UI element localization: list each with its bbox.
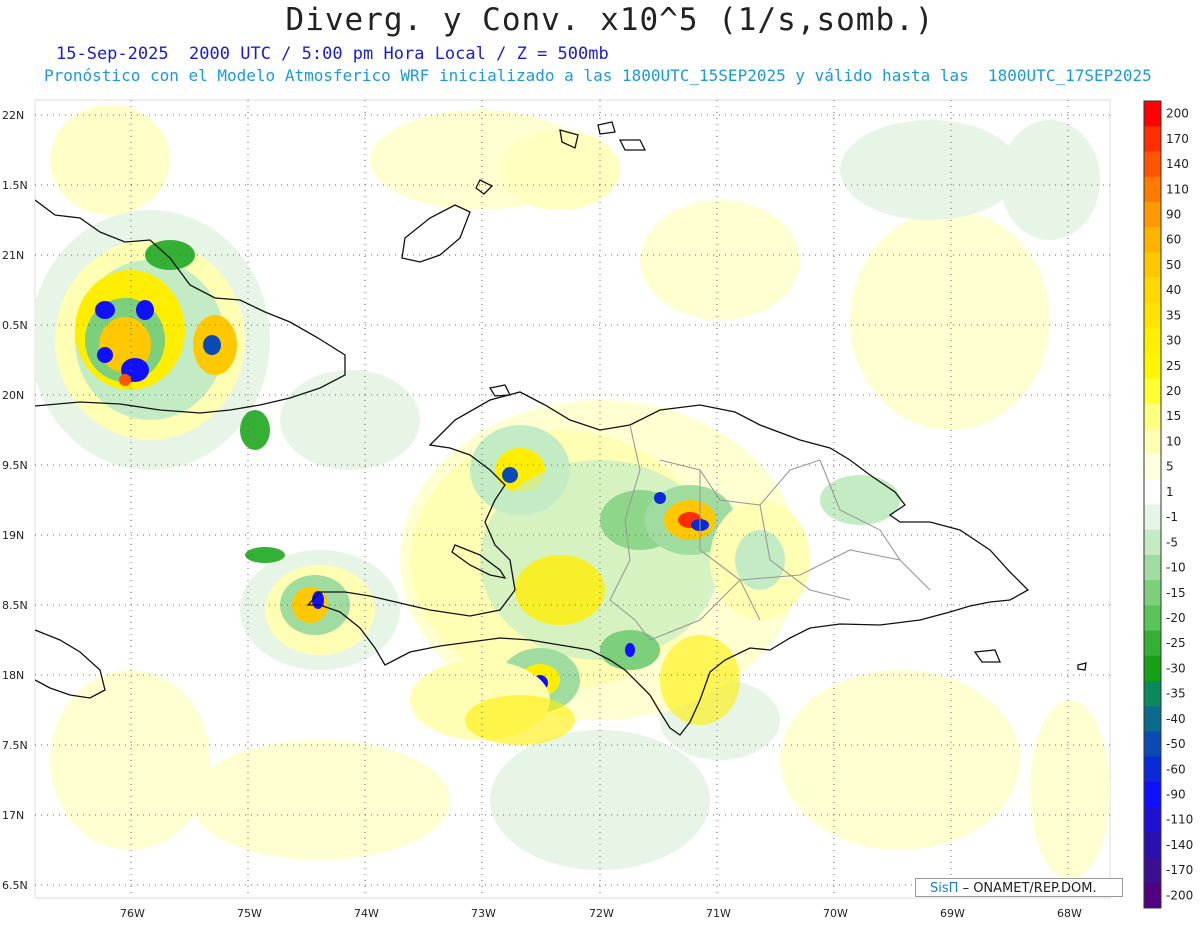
lon-label: 73W (471, 907, 496, 920)
lat-label: 21N (2, 249, 24, 262)
colorbar-label: -170 (1166, 863, 1193, 877)
colorbar-swatch (1144, 227, 1161, 253)
colorbar-label: -140 (1166, 838, 1193, 852)
colorbar-label: 200 (1166, 107, 1189, 121)
colorbar-swatch (1144, 630, 1161, 657)
colorbar-swatch (1144, 655, 1161, 682)
lon-label: 75W (237, 907, 262, 920)
colorbar-swatch (1144, 580, 1161, 606)
colorbar: 200 170 140 110 90 60 50 40 35 30 25 20 15 10 5 1 -1 -5 -1… (1143, 100, 1193, 909)
colorbar-swatch (1144, 882, 1161, 909)
colorbar-label: 50 (1166, 258, 1181, 272)
lat-label: 7.5N (2, 739, 28, 752)
colorbar-label: 10 (1166, 434, 1181, 448)
colorbar-swatch (1144, 302, 1161, 329)
colorbar-swatch (1144, 378, 1161, 405)
lat-label: 17N (2, 809, 24, 822)
colorbar-label: -60 (1166, 762, 1186, 776)
lat-label: 8.5N (2, 599, 28, 612)
colorbar-swatch (1144, 756, 1161, 783)
lon-label: 69W (940, 907, 965, 920)
colorbar-swatch (1144, 176, 1161, 203)
colorbar-label: -20 (1166, 611, 1186, 625)
colorbar-label: 30 (1166, 334, 1181, 348)
colorbar-label: -200 (1166, 888, 1193, 902)
longitude-labels: 76W 75W 74W 73W 72W 71W 70W 69W 68W (120, 907, 1082, 920)
credit-text: – ONAMET/REP.DOM. (962, 881, 1097, 896)
colorbar-label: -35 (1166, 687, 1186, 701)
colorbar-swatch (1144, 479, 1161, 505)
lat-label: 18N (2, 669, 24, 682)
colorbar-swatch (1144, 252, 1161, 279)
colorbar-swatch (1144, 277, 1161, 304)
colorbar-swatch (1144, 428, 1161, 455)
colorbar-label: -10 (1166, 561, 1186, 575)
colorbar-label: 140 (1166, 157, 1189, 171)
colorbar-label: -15 (1166, 586, 1186, 600)
colorbar-swatch (1144, 857, 1161, 884)
lat-label: 9.5N (2, 459, 28, 472)
colorbar-label: 5 (1166, 460, 1174, 474)
lon-label: 70W (823, 907, 848, 920)
lat-label: 20N (2, 389, 24, 402)
lon-label: 72W (589, 907, 614, 920)
colorbar-label: -5 (1166, 535, 1178, 549)
colorbar-swatch (1144, 781, 1161, 808)
colorbar-swatch (1144, 201, 1161, 228)
colorbar-label: -40 (1166, 712, 1186, 726)
lat-label: 1.5N (2, 179, 28, 192)
colorbar-swatch (1144, 706, 1161, 732)
colorbar-swatch (1144, 504, 1161, 531)
colorbar-label: -50 (1166, 737, 1186, 751)
colorbar-swatch (1144, 151, 1161, 178)
colorbar-swatch (1144, 101, 1161, 127)
colorbar-label: 1 (1166, 485, 1174, 499)
colorbar-swatch (1144, 353, 1161, 379)
colorbar-swatch (1144, 554, 1161, 581)
colorbar-label: 25 (1166, 359, 1181, 373)
lon-label: 68W (1057, 907, 1082, 920)
lon-label: 71W (706, 907, 731, 920)
colorbar-label: 40 (1166, 283, 1181, 297)
divergence-map: 22N 1.5N 21N 0.5N 20N 9.5N 19N 8.5N 18N … (2, 99, 1193, 920)
colorbar-label: 170 (1166, 132, 1189, 146)
lat-label: 6.5N (2, 879, 28, 892)
colorbar-swatch (1144, 126, 1161, 152)
colorbar-label: 90 (1166, 207, 1181, 221)
colorbar-swatch (1144, 605, 1161, 632)
latitude-labels: 22N 1.5N 21N 0.5N 20N 9.5N 19N 8.5N 18N … (2, 109, 28, 892)
colorbar-swatch (1144, 529, 1161, 556)
colorbar-swatch (1144, 731, 1161, 758)
lat-label: 0.5N (2, 319, 28, 332)
lat-label: 19N (2, 529, 24, 542)
colorbar-label: 20 (1166, 384, 1181, 398)
lat-label: 22N (2, 109, 24, 122)
colorbar-swatch (1144, 832, 1161, 859)
colorbar-label: -1 (1166, 510, 1178, 524)
colorbar-swatch (1144, 403, 1161, 430)
sispi-logo: SisΠ (930, 881, 959, 896)
colorbar-swatch (1144, 454, 1161, 480)
lon-label: 74W (354, 907, 379, 920)
colorbar-label: 35 (1166, 308, 1181, 322)
colorbar-label: 60 (1166, 233, 1181, 247)
lon-label: 76W (120, 907, 145, 920)
colorbar-label: -30 (1166, 661, 1186, 675)
colorbar-label: 15 (1166, 409, 1181, 423)
credit-box: SisΠ – ONAMET/REP.DOM. (915, 878, 1123, 897)
colorbar-swatch (1144, 807, 1161, 833)
colorbar-swatch (1144, 681, 1161, 707)
colorbar-label: -90 (1166, 788, 1186, 802)
colorbar-label: -110 (1166, 813, 1193, 827)
colorbar-label: -25 (1166, 636, 1186, 650)
colorbar-label: 110 (1166, 182, 1189, 196)
colorbar-swatch (1144, 327, 1161, 354)
